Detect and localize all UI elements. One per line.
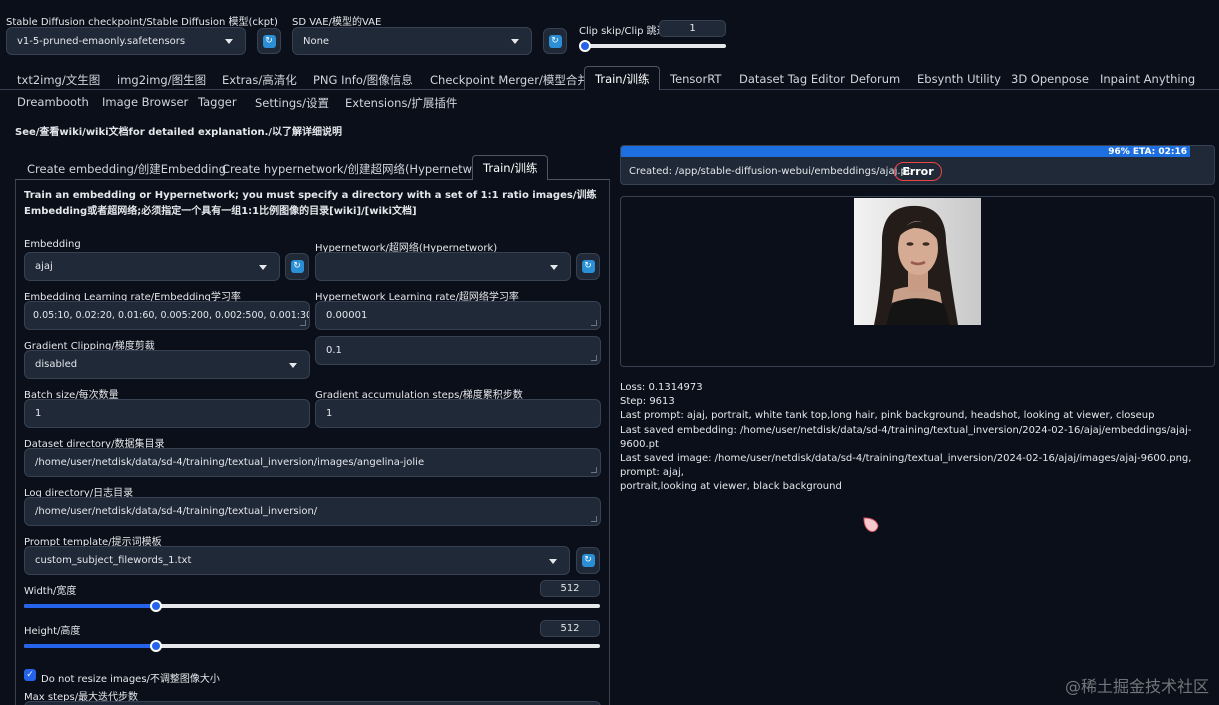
prompt-template-dropdown[interactable]: custom_subject_filewords_1.txt — [24, 546, 570, 575]
log-step: Step: 9613 — [620, 396, 675, 408]
max-steps-input[interactable] — [24, 701, 601, 705]
checkpoint-dropdown[interactable]: v1-5-pruned-emaonly.safetensors — [6, 27, 246, 55]
log-directory-input[interactable]: /home/user/netdisk/data/sd-4/training/te… — [24, 497, 601, 526]
tab-png-info[interactable]: PNG Info/图像信息 — [313, 72, 413, 88]
progress-panel: 96% ETA: 02:16 Created: /app/stable-diff… — [620, 145, 1215, 185]
refresh-icon: ↻ — [290, 260, 304, 273]
vae-dropdown[interactable]: None — [292, 27, 532, 55]
chevron-down-icon — [511, 39, 519, 44]
log-last-image: Last saved image: /home/user/netdisk/dat… — [620, 453, 1192, 479]
training-log: Loss: 0.1314973 Step: 9613 Last prompt: … — [620, 381, 1215, 495]
clip-skip-input[interactable]: 1 — [659, 20, 726, 37]
tab-txt2img[interactable]: txt2img/文生图 — [17, 72, 100, 88]
width-slider[interactable] — [24, 600, 600, 612]
see-wiki-note: See/查看wiki/wiki文档for detailed explanatio… — [15, 127, 343, 138]
tab-settings[interactable]: Settings/设置 — [255, 95, 329, 111]
train-description: Train an embedding or Hypernetwork; you … — [24, 190, 597, 217]
subtab-create-embedding[interactable]: Create embedding/创建Embedding — [27, 161, 226, 177]
vae-value: None — [303, 35, 330, 47]
error-badge: Error — [894, 162, 942, 181]
tab-image-browser[interactable]: Image Browser — [102, 95, 188, 109]
height-slider[interactable] — [24, 640, 600, 652]
check-icon: ✓ — [26, 669, 34, 680]
gradient-accumulation-value: 1 — [326, 408, 333, 419]
log-last-embedding: Last saved embedding: /home/user/netdisk… — [620, 424, 1192, 450]
tab-extensions[interactable]: Extensions/扩展插件 — [345, 95, 457, 111]
gradient-clip-value-input[interactable]: 0.1 — [315, 336, 601, 365]
preview-image[interactable] — [854, 198, 981, 325]
refresh-embedding-button[interactable]: ↻ — [285, 253, 309, 280]
main-tabs: txt2img/文生图 img2img/图生图 Extras/高清化 PNG I… — [0, 66, 1219, 118]
gradient-clipping-value: disabled — [35, 359, 78, 370]
embedding-lr-input[interactable]: 0.05:10, 0.02:20, 0.01:60, 0.005:200, 0.… — [24, 301, 310, 330]
refresh-icon: ↻ — [262, 34, 276, 48]
vae-label: SD VAE/模型的VAE — [292, 17, 382, 28]
chevron-down-icon — [225, 39, 233, 44]
tab-inpaint-anything[interactable]: Inpaint Anything — [1100, 72, 1195, 86]
progress-bar — [621, 146, 1191, 157]
no-resize-checkbox[interactable]: ✓ — [24, 669, 36, 681]
hypernetwork-lr-value: 0.00001 — [326, 310, 368, 321]
checkpoint-value: v1-5-pruned-emaonly.safetensors — [17, 35, 186, 47]
tab-dreambooth[interactable]: Dreambooth — [17, 95, 89, 109]
embedding-lr-value: 0.05:10, 0.02:20, 0.01:60, 0.005:200, 0.… — [33, 310, 309, 321]
refresh-hypernetwork-button[interactable]: ↻ — [576, 253, 600, 280]
chevron-down-icon — [289, 362, 297, 368]
refresh-icon: ↻ — [581, 260, 595, 273]
tab-tensorrt[interactable]: TensorRT — [670, 72, 721, 86]
log-last-prompt: Last prompt: ajaj, portrait, white tank … — [620, 410, 1155, 422]
chevron-down-icon — [550, 264, 558, 270]
log-loss: Loss: 0.1314973 — [620, 382, 703, 393]
cursor-icon — [862, 516, 880, 534]
subtab-create-hypernetwork[interactable]: Create hypernetwork/创建超网络(Hypernetwork) — [222, 161, 495, 177]
tab-tagger[interactable]: Tagger — [198, 95, 237, 109]
tab-ebsynth-utility[interactable]: Ebsynth Utility — [917, 72, 1001, 86]
tab-deforum[interactable]: Deforum — [850, 72, 900, 86]
clip-skip-slider[interactable] — [579, 40, 726, 52]
tab-img2img[interactable]: img2img/图生图 — [117, 72, 206, 88]
clip-skip-slider-thumb[interactable] — [579, 40, 591, 52]
height-label: Height/高度 — [24, 626, 81, 637]
portrait-image — [854, 198, 981, 325]
checkpoint-label: Stable Diffusion checkpoint/Stable Diffu… — [6, 17, 278, 28]
chevron-down-icon — [259, 264, 267, 270]
hypernetwork-dropdown[interactable] — [315, 252, 571, 281]
progress-text: 96% ETA: 02:16 — [1108, 147, 1187, 157]
tab-extras[interactable]: Extras/高清化 — [222, 72, 297, 88]
refresh-prompt-template-button[interactable]: ↻ — [576, 547, 600, 574]
embedding-label: Embedding — [24, 239, 81, 250]
embedding-dropdown[interactable]: ajaj — [24, 252, 280, 281]
width-input[interactable]: 512 — [540, 580, 600, 597]
height-input[interactable]: 512 — [540, 620, 600, 637]
refresh-vae-button[interactable]: ↻ — [543, 28, 567, 54]
dataset-directory-input[interactable]: /home/user/netdisk/data/sd-4/training/te… — [24, 448, 601, 477]
prompt-template-value: custom_subject_filewords_1.txt — [35, 555, 192, 566]
embedding-value: ajaj — [35, 261, 53, 272]
refresh-icon: ↻ — [581, 554, 595, 567]
log-last-image-cont: portrait,looking at viewer, black backgr… — [620, 481, 842, 493]
tab-train[interactable]: Train/训练 — [584, 66, 661, 90]
refresh-icon: ↻ — [548, 34, 562, 48]
hypernetwork-lr-input[interactable]: 0.00001 — [315, 301, 601, 330]
gradient-clip-number: 0.1 — [326, 345, 342, 356]
no-resize-label: Do not resize images/不调整图像大小 — [41, 674, 220, 685]
batch-size-input[interactable]: 1 — [24, 399, 310, 428]
tab-3d-openpose[interactable]: 3D Openpose — [1011, 72, 1089, 86]
watermark: @稀土掘金技术社区 — [1064, 677, 1209, 696]
subtab-train[interactable]: Train/训练 — [472, 155, 549, 180]
log-directory-value: /home/user/netdisk/data/sd-4/training/te… — [35, 506, 318, 517]
preview-panel — [620, 196, 1215, 367]
chevron-down-icon — [549, 558, 557, 564]
created-text: Created: /app/stable-diffusion-webui/emb… — [629, 166, 911, 177]
gradient-clipping-dropdown[interactable]: disabled — [24, 350, 310, 379]
gradient-accumulation-input[interactable]: 1 — [315, 399, 601, 428]
tab-checkpoint-merger[interactable]: Checkpoint Merger/模型合并 — [430, 72, 589, 88]
dataset-directory-value: /home/user/netdisk/data/sd-4/training/te… — [35, 457, 425, 468]
batch-size-value: 1 — [35, 408, 42, 419]
tab-dataset-tag-editor[interactable]: Dataset Tag Editor — [739, 72, 845, 86]
refresh-checkpoint-button[interactable]: ↻ — [257, 28, 281, 54]
width-label: Width/宽度 — [24, 586, 77, 597]
